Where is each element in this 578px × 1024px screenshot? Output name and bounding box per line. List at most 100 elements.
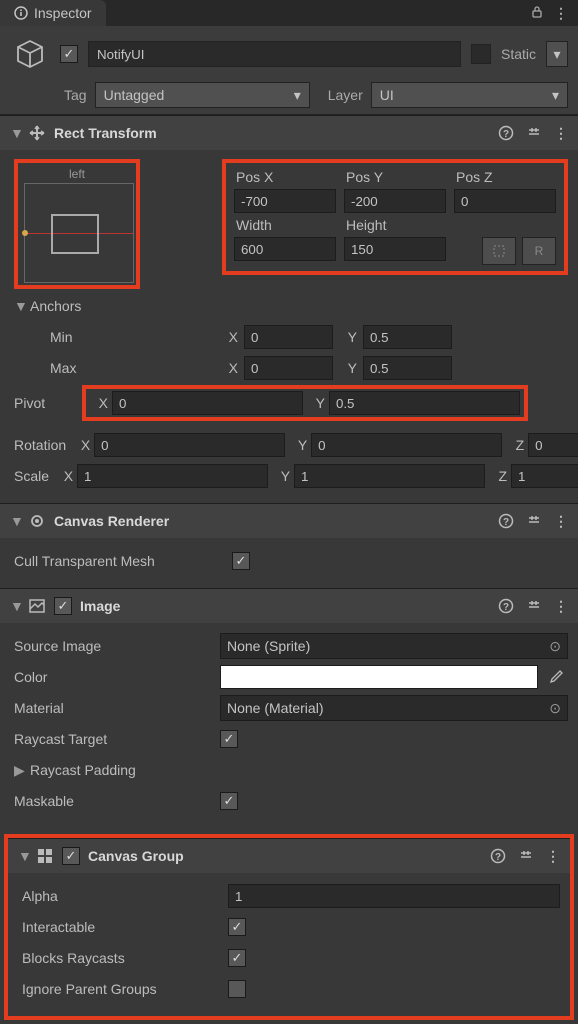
tag-value: Untagged: [104, 87, 165, 103]
lock-icon[interactable]: [530, 5, 544, 22]
height-label: Height: [344, 217, 446, 233]
raycast-target-label: Raycast Target: [14, 731, 214, 747]
help-icon[interactable]: ?: [498, 598, 514, 614]
menu-icon[interactable]: ⋮: [554, 598, 568, 615]
preset-icon[interactable]: [526, 125, 542, 141]
anchor-h-label: left: [20, 165, 134, 183]
foldout-icon[interactable]: ▼: [10, 598, 20, 614]
blocks-raycasts-label: Blocks Raycasts: [22, 950, 222, 966]
image-header[interactable]: ▼ Image ? ⋮: [0, 589, 578, 623]
pivot-x-field[interactable]: [112, 391, 303, 415]
image-component: ▼ Image ? ⋮ Source Image None (Sprite) ⊙…: [0, 588, 578, 828]
anchor-min-label: Min: [14, 329, 214, 345]
canvas-group-header[interactable]: ▼ Canvas Group ? ⋮: [8, 839, 570, 873]
rect-transform-component: ▼ Rect Transform ? ⋮ left middle: [0, 115, 578, 503]
scale-x-field[interactable]: [77, 464, 268, 488]
menu-icon[interactable]: ⋮: [546, 848, 560, 865]
canvas-renderer-header[interactable]: ▼ Canvas Renderer ? ⋮: [0, 504, 578, 538]
ignore-parent-checkbox[interactable]: [228, 980, 246, 998]
ignore-parent-label: Ignore Parent Groups: [22, 981, 222, 997]
menu-icon[interactable]: ⋮: [554, 513, 568, 530]
height-field[interactable]: [344, 237, 446, 261]
raw-edit-button[interactable]: R: [522, 237, 556, 265]
foldout-icon[interactable]: ▼: [14, 298, 24, 314]
preset-icon[interactable]: [526, 598, 542, 614]
canvas-renderer-icon: [28, 512, 46, 530]
help-icon[interactable]: ?: [498, 125, 514, 141]
raycast-target-checkbox[interactable]: [220, 730, 238, 748]
chevron-down-icon: ▾: [553, 46, 560, 63]
foldout-icon[interactable]: ▼: [10, 125, 20, 141]
blocks-raycasts-checkbox[interactable]: [228, 949, 246, 967]
width-field[interactable]: [234, 237, 336, 261]
gameobject-icon[interactable]: [10, 34, 50, 74]
chevron-down-icon: ▾: [294, 87, 301, 104]
interactable-label: Interactable: [22, 919, 222, 935]
source-image-label: Source Image: [14, 638, 214, 654]
tab-bar: Inspector ⋮: [0, 0, 578, 26]
anchor-min-x-field[interactable]: [244, 325, 333, 349]
source-image-field[interactable]: None (Sprite) ⊙: [220, 633, 568, 659]
cull-label: Cull Transparent Mesh: [14, 553, 226, 569]
posz-field[interactable]: [454, 189, 556, 213]
scale-y-field[interactable]: [294, 464, 485, 488]
help-icon[interactable]: ?: [498, 513, 514, 529]
info-icon: [14, 6, 28, 20]
object-picker-icon[interactable]: ⊙: [549, 638, 561, 655]
canvas-group-highlight: ▼ Canvas Group ? ⋮ Alpha Interactable Bl…: [4, 834, 574, 1020]
object-picker-icon[interactable]: ⊙: [549, 700, 561, 717]
blueprint-mode-button[interactable]: [482, 237, 516, 265]
component-title: Rect Transform: [54, 125, 157, 141]
interactable-checkbox[interactable]: [228, 918, 246, 936]
inspector-tab[interactable]: Inspector: [0, 0, 106, 26]
scale-z-field[interactable]: [511, 464, 578, 488]
posx-field[interactable]: [234, 189, 336, 213]
alpha-label: Alpha: [22, 888, 222, 904]
material-label: Material: [14, 700, 214, 716]
layer-label: Layer: [328, 87, 363, 103]
pivot-label: Pivot: [14, 395, 76, 411]
posx-label: Pos X: [234, 169, 336, 185]
scale-label: Scale: [14, 468, 49, 484]
preset-icon[interactable]: [526, 513, 542, 529]
maskable-checkbox[interactable]: [220, 792, 238, 810]
anchor-widget: [24, 183, 134, 283]
layer-dropdown[interactable]: UI ▾: [371, 82, 568, 108]
rot-y-field[interactable]: [311, 433, 502, 457]
anchor-max-y-field[interactable]: [363, 356, 452, 380]
gameobject-name-field[interactable]: [88, 41, 461, 67]
material-field[interactable]: None (Material) ⊙: [220, 695, 568, 721]
preset-icon[interactable]: [518, 848, 534, 864]
posy-label: Pos Y: [344, 169, 446, 185]
menu-icon[interactable]: ⋮: [554, 125, 568, 142]
posy-field[interactable]: [344, 189, 446, 213]
rot-x-field[interactable]: [94, 433, 285, 457]
menu-icon[interactable]: ⋮: [554, 5, 568, 22]
gameobject-enabled-checkbox[interactable]: [60, 45, 78, 63]
rot-z-field[interactable]: [528, 433, 578, 457]
color-field[interactable]: [220, 665, 538, 689]
cull-checkbox[interactable]: [232, 552, 250, 570]
rect-transform-icon: [28, 124, 46, 142]
foldout-icon[interactable]: ▼: [10, 513, 20, 529]
help-icon[interactable]: ?: [490, 848, 506, 864]
static-checkbox[interactable]: [471, 44, 491, 64]
svg-text:?: ?: [503, 602, 509, 613]
anchor-max-x-field[interactable]: [244, 356, 333, 380]
posz-label: Pos Z: [454, 169, 556, 185]
foldout-icon[interactable]: ▶: [14, 762, 24, 779]
eyedropper-icon[interactable]: [544, 665, 568, 689]
component-title: Canvas Group: [88, 848, 184, 864]
canvas-group-enabled-checkbox[interactable]: [62, 847, 80, 865]
component-title: Canvas Renderer: [54, 513, 169, 529]
pivot-y-field[interactable]: [329, 391, 520, 415]
anchor-min-y-field[interactable]: [363, 325, 452, 349]
image-enabled-checkbox[interactable]: [54, 597, 72, 615]
rect-transform-header[interactable]: ▼ Rect Transform ? ⋮: [0, 116, 578, 150]
anchor-preset-button[interactable]: left middle: [20, 165, 134, 283]
tag-dropdown[interactable]: Untagged ▾: [95, 82, 310, 108]
canvas-group-icon: [36, 847, 54, 865]
foldout-icon[interactable]: ▼: [18, 848, 28, 864]
alpha-field[interactable]: [228, 884, 560, 908]
static-dropdown[interactable]: ▾: [546, 41, 568, 67]
